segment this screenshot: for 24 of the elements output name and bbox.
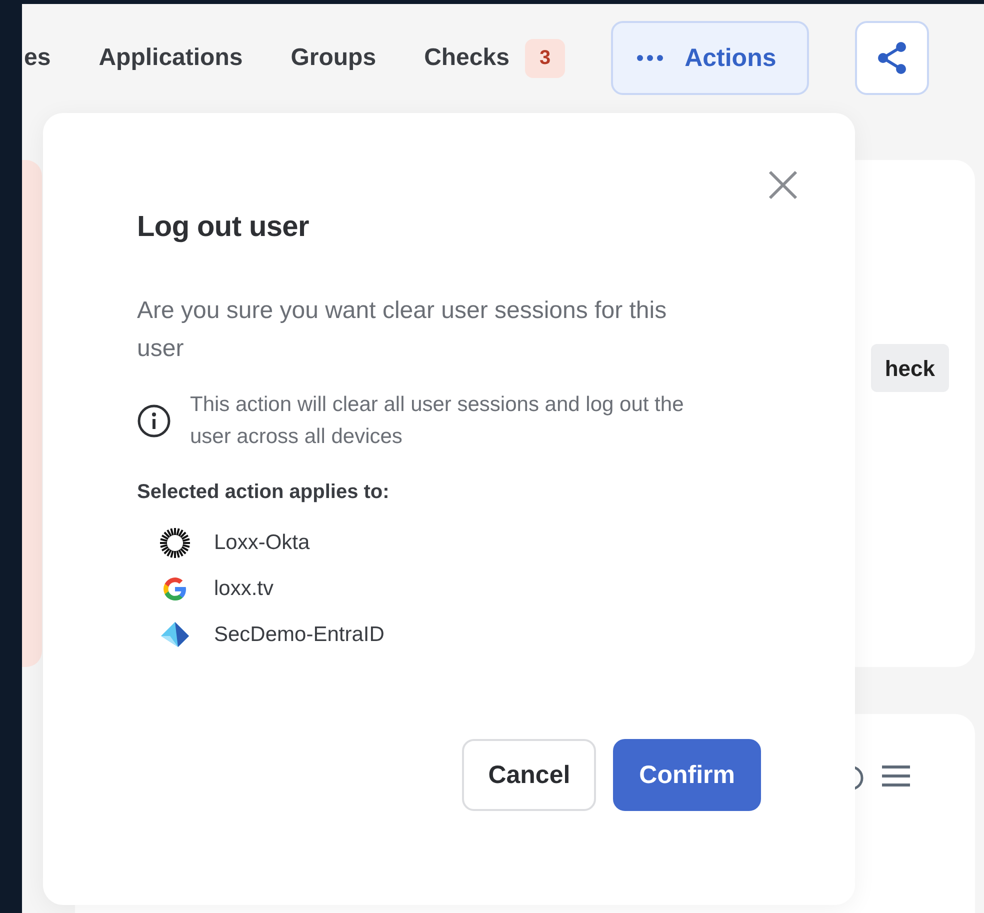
share-icon	[876, 41, 908, 75]
close-button[interactable]	[767, 169, 799, 201]
actions-button[interactable]: Actions	[610, 21, 809, 95]
close-icon	[767, 169, 799, 201]
count-badge: 3	[525, 38, 565, 78]
more-icon	[636, 55, 663, 61]
share-button[interactable]	[854, 21, 929, 95]
target-name: Loxx-Okta	[214, 530, 310, 556]
info-note: This action will clear all user sessions and log out the user across all devices	[190, 392, 685, 450]
nav-tab[interactable]: es	[24, 44, 51, 72]
info-icon	[137, 404, 171, 438]
cancel-button[interactable]: Cancel	[462, 739, 596, 811]
starburst-icon	[159, 526, 191, 558]
dialog-title: Log out user	[137, 211, 310, 244]
target-name: SecDemo-EntraID	[214, 622, 384, 648]
menu-icon[interactable]	[881, 764, 911, 788]
section-label: Selected action applies to:	[137, 481, 390, 504]
confirm-button[interactable]: Confirm	[613, 739, 761, 811]
target-name: loxx.tv	[214, 576, 274, 602]
dialog-message: Are you sure you want clear user sessions for this user	[137, 296, 668, 364]
nav-tab[interactable]: Applications	[98, 44, 243, 72]
check-button[interactable]: heck	[870, 344, 949, 392]
nav-tab[interactable]: Groups	[290, 44, 376, 72]
nav-tab[interactable]: Checks	[424, 44, 510, 72]
